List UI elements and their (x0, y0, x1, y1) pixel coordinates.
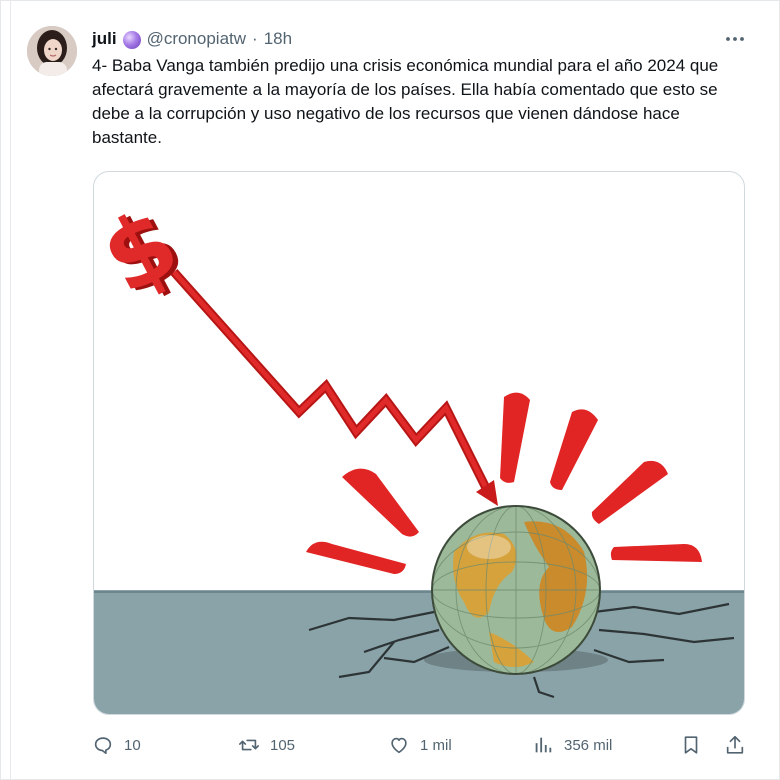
retweet-button[interactable]: 105 (238, 730, 295, 760)
tweet-actions: 10 105 1 mil 356 mil (92, 730, 752, 760)
dollar-sign: $ $ (94, 186, 201, 318)
tweet-header: juli @cronopiatw · 18h (92, 27, 292, 51)
views-button[interactable]: 356 mil (532, 730, 612, 760)
crystal-ball-icon (122, 31, 141, 49)
more-horizontal-icon[interactable] (722, 26, 748, 52)
timeline-divider (10, 0, 11, 780)
tweet-image[interactable]: $ $ (93, 171, 745, 715)
tweet-text: 4- Baba Vanga también predijo una crisis… (92, 56, 719, 147)
reply-icon (94, 737, 112, 755)
views-count: 356 mil (564, 736, 613, 754)
like-count: 1 mil (420, 736, 452, 754)
avatar-photo (27, 26, 77, 76)
share-button[interactable] (724, 730, 746, 760)
avatar[interactable] (27, 26, 77, 76)
retweet-count: 105 (270, 736, 296, 754)
like-button[interactable]: 1 mil (388, 730, 452, 760)
separator-dot: · (252, 29, 258, 48)
reply-count: 10 (124, 736, 141, 754)
falling-arrow (170, 269, 498, 506)
author-handle[interactable]: @cronopiatw (147, 29, 246, 49)
crisis-illustration: $ $ (94, 186, 744, 714)
bookmark-button[interactable] (680, 730, 702, 760)
heart-icon (391, 737, 407, 754)
retweet-icon (239, 739, 259, 751)
timestamp[interactable]: 18h (264, 29, 292, 49)
author-name[interactable]: juli (92, 29, 117, 49)
share-icon (726, 735, 744, 754)
bookmark-icon (684, 736, 698, 754)
reply-button[interactable]: 10 (92, 730, 141, 760)
views-icon (535, 737, 552, 753)
